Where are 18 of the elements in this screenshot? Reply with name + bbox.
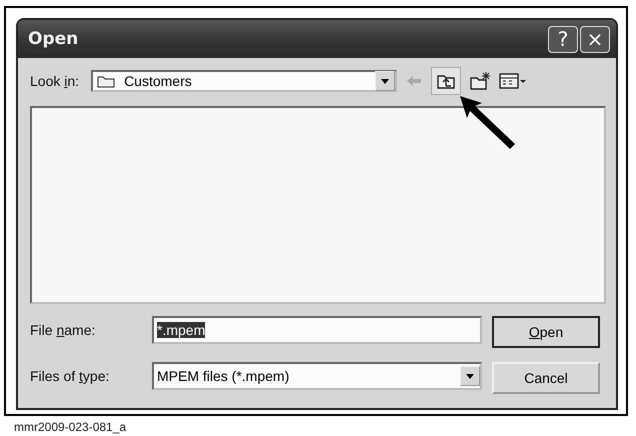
close-button[interactable]: ×: [580, 26, 610, 52]
file-name-label: File name:: [30, 322, 96, 338]
caret-icon: [466, 374, 474, 378]
look-in-label: Look in:: [30, 73, 80, 89]
open-button[interactable]: Open: [492, 316, 600, 348]
figure-caption: mmr2009-023-081_a: [14, 420, 126, 434]
new-folder-icon[interactable]: [469, 71, 492, 91]
cancel-button[interactable]: Cancel: [492, 362, 600, 394]
caret-icon: [381, 78, 390, 84]
help-button[interactable]: ?: [548, 26, 578, 52]
file-type-dropdown[interactable]: MPEM files (*.mpem): [152, 362, 482, 390]
up-folder-button[interactable]: [431, 67, 462, 95]
view-menu-icon[interactable]: [499, 72, 528, 90]
folder-icon: [97, 74, 116, 88]
file-name-field[interactable]: *.mpem: [152, 316, 482, 344]
file-type-label: Files of type:: [30, 368, 110, 384]
look-in-dropdown[interactable]: Customers: [91, 70, 398, 92]
window-title: Open: [28, 29, 78, 49]
